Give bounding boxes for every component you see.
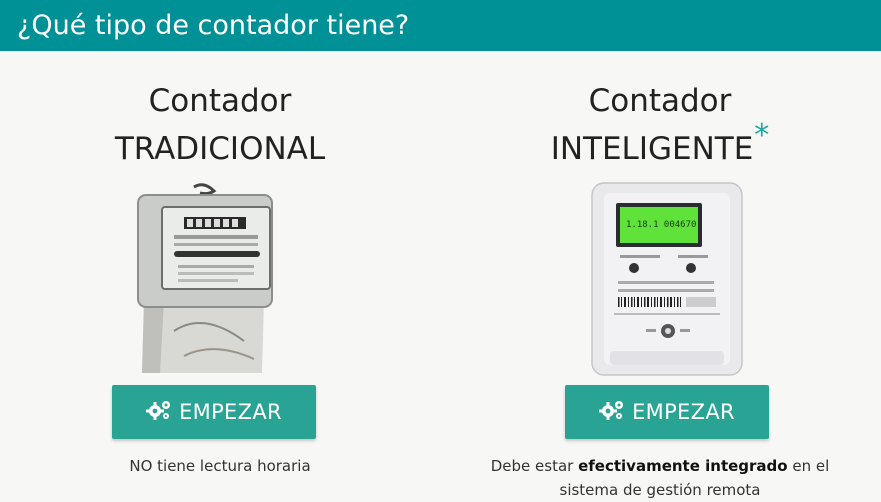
traditional-note-text: NO tiene lectura horaria	[129, 457, 311, 475]
option-title-line1: Contador	[588, 83, 732, 119]
option-title-line2: TRADICIONAL	[114, 131, 326, 167]
smart-note-line2: sistema de gestión remota	[559, 481, 761, 499]
smart-note-suffix: en el	[787, 457, 830, 475]
page-title: ¿Qué tipo de contador tiene?	[17, 10, 410, 41]
gears-icon	[146, 399, 172, 426]
start-button-label: EMPEZAR	[179, 400, 282, 424]
asterisk-mark: *	[754, 118, 770, 153]
smart-note: Debe estar efectivamente integrado en el…	[440, 454, 880, 502]
option-traditional: Contador TRADICIONAL EMPEZAR NO tiene le…	[0, 51, 440, 501]
option-title: Contador INTELIGENTE*	[440, 77, 880, 174]
start-traditional-button[interactable]: EMPEZAR	[112, 385, 316, 439]
option-title-line2-text: INTELIGENTE	[550, 131, 754, 167]
smart-meter-display-text: 1.18.1 004670	[626, 220, 696, 230]
traditional-meter-image	[137, 183, 273, 373]
smart-note-line1: Debe estar efectivamente integrado en el	[491, 457, 830, 475]
gears-icon	[599, 399, 625, 426]
option-title-line1: Contador	[148, 83, 292, 119]
smart-note-prefix: Debe estar	[490, 457, 579, 475]
option-title: Contador TRADICIONAL	[0, 77, 440, 173]
option-title-line2: INTELIGENTE*	[440, 118, 880, 174]
smart-meter-image: 1.18.1 004670	[591, 182, 743, 376]
option-smart: Contador INTELIGENTE* 1.18.1 004670 EMPE…	[440, 51, 880, 501]
traditional-note: NO tiene lectura horaria	[0, 454, 440, 478]
start-button-label: EMPEZAR	[632, 400, 735, 424]
start-smart-button[interactable]: EMPEZAR	[565, 385, 769, 439]
smart-note-bold: efectivamente integrado	[578, 457, 788, 475]
page-header: ¿Qué tipo de contador tiene?	[0, 0, 881, 51]
